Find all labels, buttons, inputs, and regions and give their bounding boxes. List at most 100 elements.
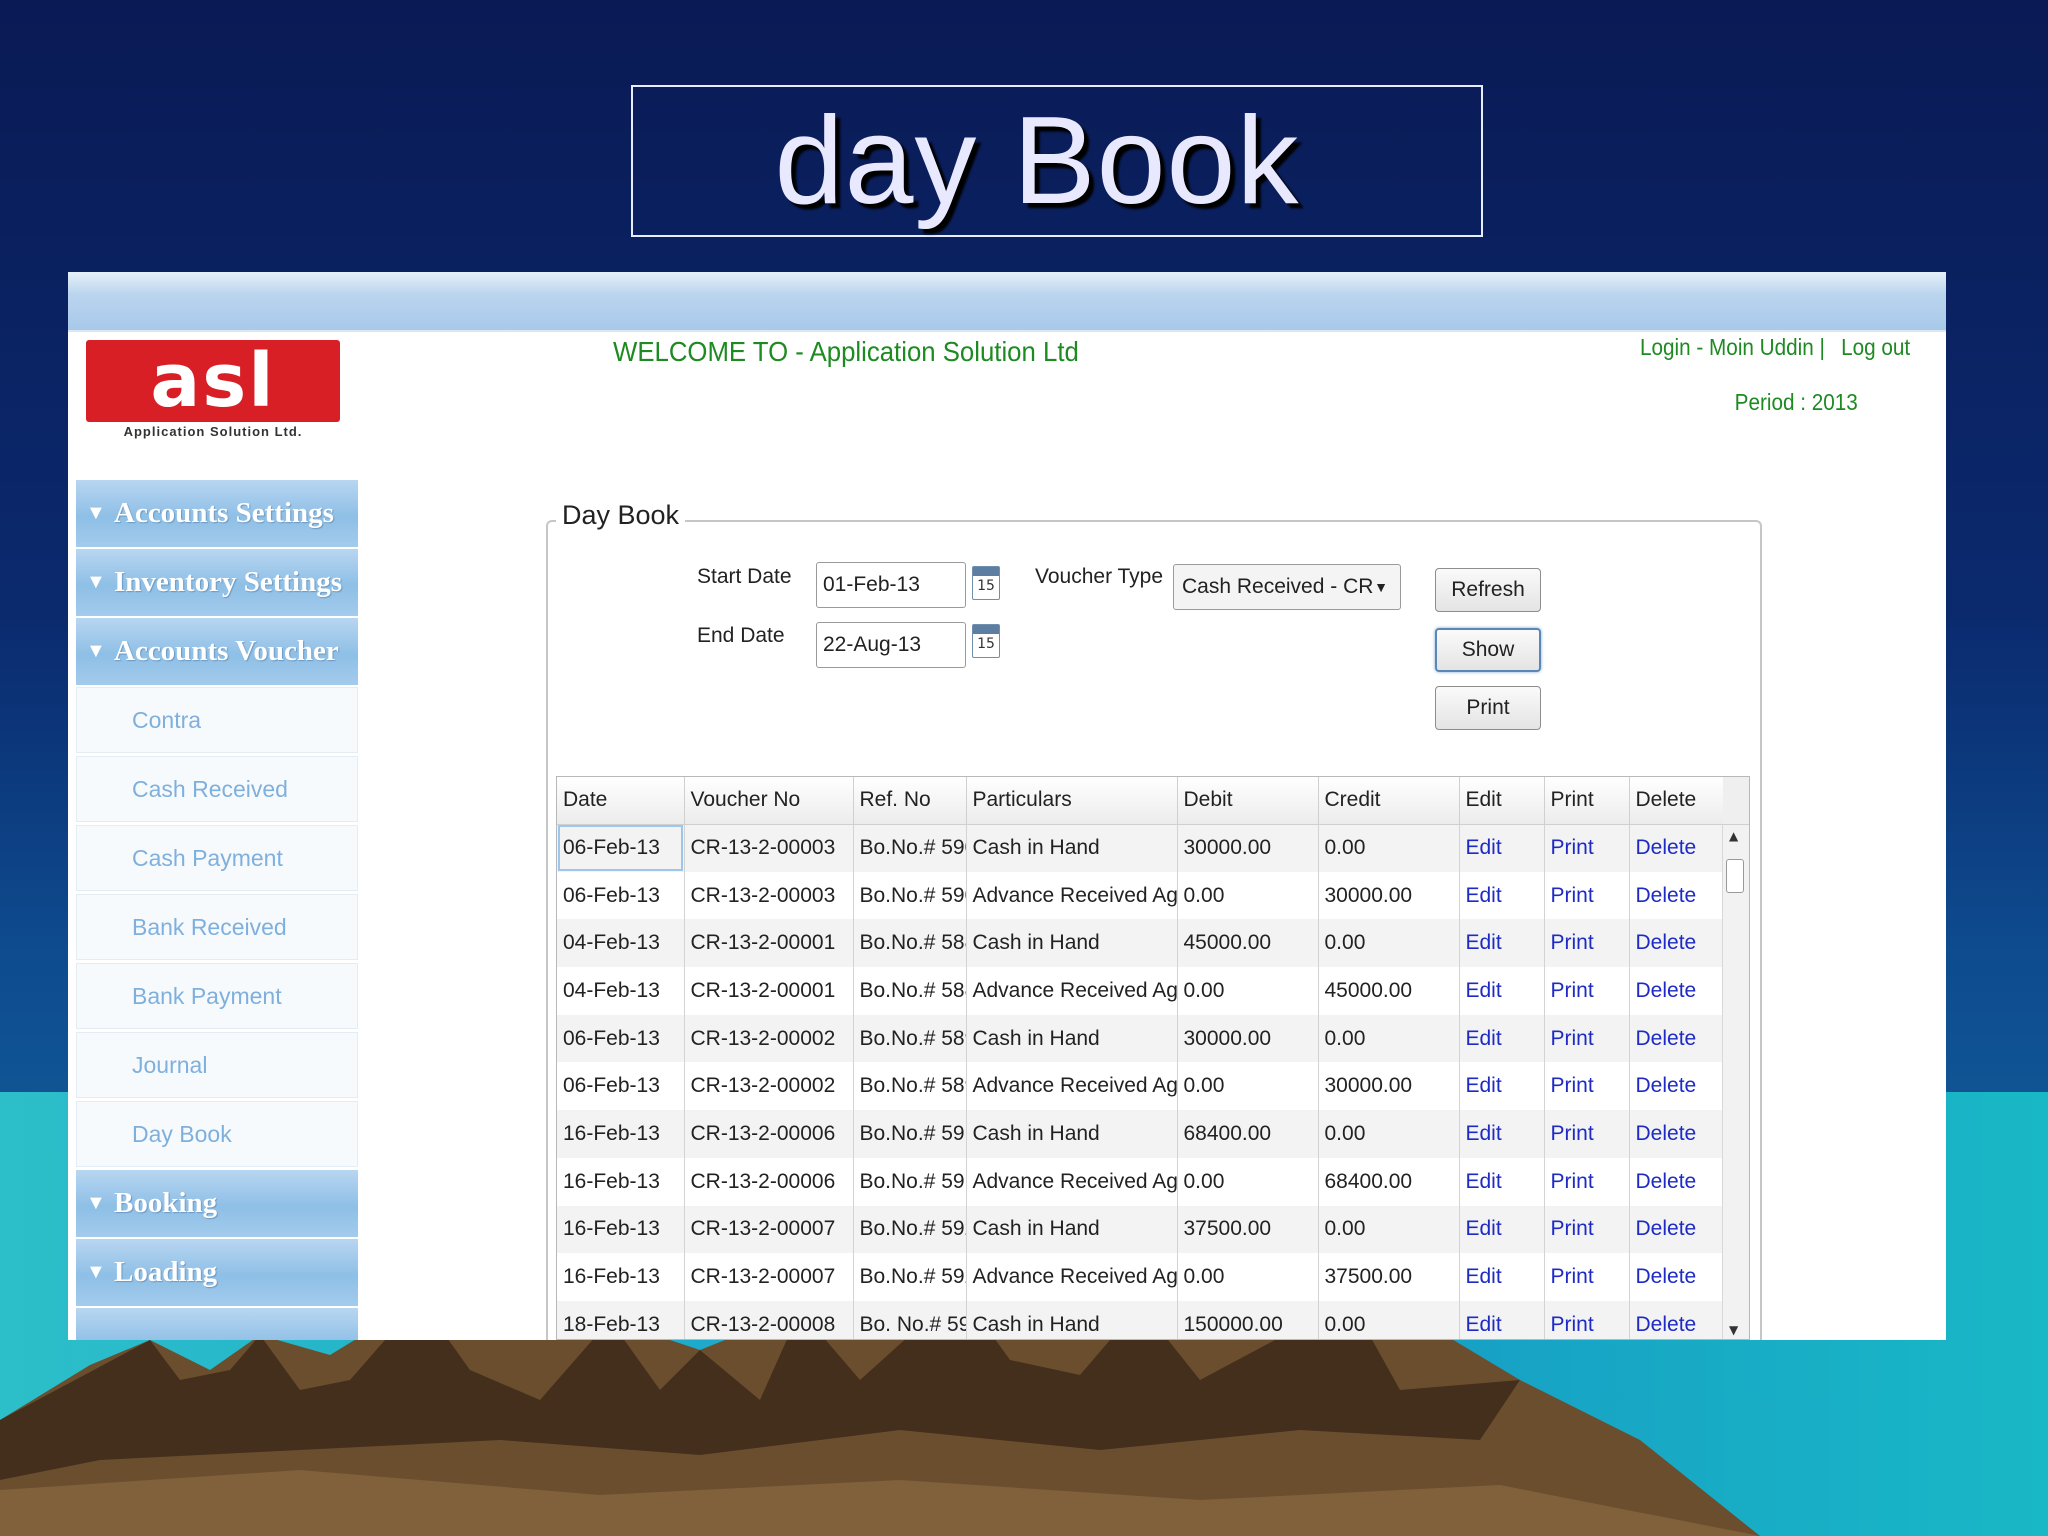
table-body: 06-Feb-13 CR-13-2-00003 Bo.No.# 590 Cash in… (557, 824, 1724, 1339)
cell-delete-link[interactable]: Delete (1629, 1062, 1724, 1111)
cell-delete-link[interactable]: Delete (1629, 1253, 1724, 1301)
column-header-debit[interactable]: Debit (1177, 777, 1319, 825)
cell-debit: 37500.00 (1177, 1205, 1319, 1254)
table-row[interactable]: 18-Feb-13 CR-13-2-00008 Bo. No.# 59: Cash i… (557, 1300, 1724, 1339)
cell-edit-link[interactable]: Edit (1459, 1205, 1545, 1254)
voucher-type-select[interactable]: Cash Received - CR ▼ (1173, 564, 1401, 610)
cell-debit: 30000.00 (1177, 824, 1319, 872)
sidebar-section-partial[interactable] (76, 1308, 358, 1340)
cell-debit: 45000.00 (1177, 919, 1319, 968)
cell-particulars: Advance Received Agains (966, 871, 1178, 920)
cell-print-link[interactable]: Print (1544, 1062, 1630, 1111)
sidebar-section-booking[interactable]: ▼ Booking (76, 1170, 358, 1237)
cell-delete-link[interactable]: Delete (1629, 1300, 1724, 1339)
cell-edit-link[interactable]: Edit (1459, 1157, 1545, 1206)
table-row[interactable]: 06-Feb-13 CR-13-2-00002 Bo.No.# 589 Advance… (557, 1062, 1724, 1111)
end-date-input[interactable] (816, 622, 966, 668)
logout-link[interactable]: Log out (1841, 334, 1910, 361)
sidebar-item-cash-received[interactable]: Cash Received (76, 756, 358, 822)
cell-edit-link[interactable]: Edit (1459, 1253, 1545, 1301)
cell-print-link[interactable]: Print (1544, 871, 1630, 920)
triangle-down-icon: ▼ (86, 502, 106, 524)
day-book-legend: Day Book (556, 500, 686, 531)
column-header-credit[interactable]: Credit (1318, 777, 1460, 825)
refresh-button[interactable]: Refresh (1435, 568, 1541, 612)
column-header-particulars[interactable]: Particulars (966, 777, 1178, 825)
cell-print-link[interactable]: Print (1544, 1014, 1630, 1063)
sidebar-item-bank-payment[interactable]: Bank Payment (76, 963, 358, 1029)
column-header-voucher-no[interactable]: Voucher No (684, 777, 854, 825)
scrollbar-thumb[interactable] (1726, 859, 1744, 893)
slide-title-box: day Book (631, 85, 1483, 237)
cell-debit: 68400.00 (1177, 1110, 1319, 1158)
cell-debit: 0.00 (1177, 871, 1319, 920)
table-row[interactable]: 06-Feb-13 CR-13-2-00003 Bo.No.# 590 Advance… (557, 871, 1724, 920)
scroll-up-icon[interactable]: ▲ (1729, 829, 1738, 843)
sidebar-section-inventory-settings[interactable]: ▼ Inventory Settings (76, 549, 358, 616)
cell-date: 16-Feb-13 (557, 1205, 685, 1254)
cell-edit-link[interactable]: Edit (1459, 967, 1545, 1015)
sidebar-item-bank-received[interactable]: Bank Received (76, 894, 358, 960)
column-header-ref-no[interactable]: Ref. No (853, 777, 967, 825)
cell-edit-link[interactable]: Edit (1459, 1110, 1545, 1158)
cell-print-link[interactable]: Print (1544, 1300, 1630, 1339)
table-row[interactable]: 04-Feb-13 CR-13-2-00001 Bo.No.# 588 Advance… (557, 967, 1724, 1015)
cell-delete-link[interactable]: Delete (1629, 824, 1724, 872)
cell-delete-link[interactable]: Delete (1629, 1205, 1724, 1254)
cell-print-link[interactable]: Print (1544, 1157, 1630, 1206)
start-date-input[interactable] (816, 562, 966, 608)
voucher-type-label: Voucher Type (1035, 565, 1164, 588)
cell-print-link[interactable]: Print (1544, 1110, 1630, 1158)
table-row[interactable]: 04-Feb-13 CR-13-2-00001 Bo.No.# 588 Cash in… (557, 919, 1724, 968)
sidebar-section-label: Accounts Voucher (114, 635, 339, 667)
cell-delete-link[interactable]: Delete (1629, 1157, 1724, 1206)
cell-delete-link[interactable]: Delete (1629, 871, 1724, 920)
vertical-scrollbar[interactable]: ▲ ▼ (1722, 825, 1749, 1339)
day-book-table: Date Voucher No Ref. No Particulars Debi… (557, 777, 1724, 1339)
table-row[interactable]: 16-Feb-13 CR-13-2-00006 Bo.No.# 591 Cash in… (557, 1110, 1724, 1158)
cell-edit-link[interactable]: Edit (1459, 871, 1545, 920)
sidebar-item-contra[interactable]: Contra (76, 687, 358, 753)
sidebar-section-loading[interactable]: ▼ Loading (76, 1239, 358, 1306)
cell-credit: 30000.00 (1318, 871, 1460, 920)
calendar-icon[interactable]: 15 (972, 624, 1000, 658)
cell-print-link[interactable]: Print (1544, 1253, 1630, 1301)
cell-print-link[interactable]: Print (1544, 824, 1630, 872)
cell-edit-link[interactable]: Edit (1459, 1014, 1545, 1063)
cell-edit-link[interactable]: Edit (1459, 824, 1545, 872)
cell-delete-link[interactable]: Delete (1629, 967, 1724, 1015)
table-row[interactable]: 06-Feb-13 CR-13-2-00002 Bo.No.# 589 Cash in… (557, 1014, 1724, 1063)
table-row[interactable]: 16-Feb-13 CR-13-2-00007 Bo.No.# 592 Advance… (557, 1253, 1724, 1301)
cell-ref-no: Bo.No.# 590 (853, 871, 967, 920)
login-bar: Login - Moin Uddin | Log out (1640, 334, 1910, 361)
sidebar-section-accounts-settings[interactable]: ▼ Accounts Settings (76, 480, 358, 547)
sidebar-item-cash-payment[interactable]: Cash Payment (76, 825, 358, 891)
cell-print-link[interactable]: Print (1544, 967, 1630, 1015)
cell-debit: 0.00 (1177, 1157, 1319, 1206)
column-header-date[interactable]: Date (557, 777, 685, 825)
cell-print-link[interactable]: Print (1544, 919, 1630, 968)
scroll-down-icon[interactable]: ▼ (1729, 1323, 1738, 1337)
cell-credit: 37500.00 (1318, 1253, 1460, 1301)
show-button[interactable]: Show (1435, 628, 1541, 672)
cell-print-link[interactable]: Print (1544, 1205, 1630, 1254)
sidebar-item-journal[interactable]: Journal (76, 1032, 358, 1098)
table-row[interactable]: 16-Feb-13 CR-13-2-00006 Bo.No.# 591 Advance… (557, 1157, 1724, 1206)
sidebar-section-accounts-voucher[interactable]: ▼ Accounts Voucher (76, 618, 358, 685)
table-row[interactable]: 16-Feb-13 CR-13-2-00007 Bo.No.# 592 Cash in… (557, 1205, 1724, 1254)
cell-delete-link[interactable]: Delete (1629, 1014, 1724, 1063)
calendar-icon[interactable]: 15 (972, 566, 1000, 600)
cell-credit: 0.00 (1318, 1205, 1460, 1254)
login-user: Login - Moin Uddin | (1639, 334, 1825, 360)
sidebar-item-day-book[interactable]: Day Book (76, 1101, 358, 1167)
table-row[interactable]: 06-Feb-13 CR-13-2-00003 Bo.No.# 590 Cash in… (557, 824, 1724, 872)
cell-edit-link[interactable]: Edit (1459, 1062, 1545, 1111)
cell-ref-no: Bo.No.# 591 (853, 1157, 967, 1206)
cell-delete-link[interactable]: Delete (1629, 1110, 1724, 1158)
cell-date: 16-Feb-13 (557, 1157, 685, 1206)
sidebar: ▼ Accounts Settings ▼ Inventory Settings… (76, 480, 358, 1340)
cell-delete-link[interactable]: Delete (1629, 919, 1724, 968)
cell-edit-link[interactable]: Edit (1459, 919, 1545, 968)
cell-edit-link[interactable]: Edit (1459, 1300, 1545, 1339)
print-button[interactable]: Print (1435, 686, 1541, 730)
